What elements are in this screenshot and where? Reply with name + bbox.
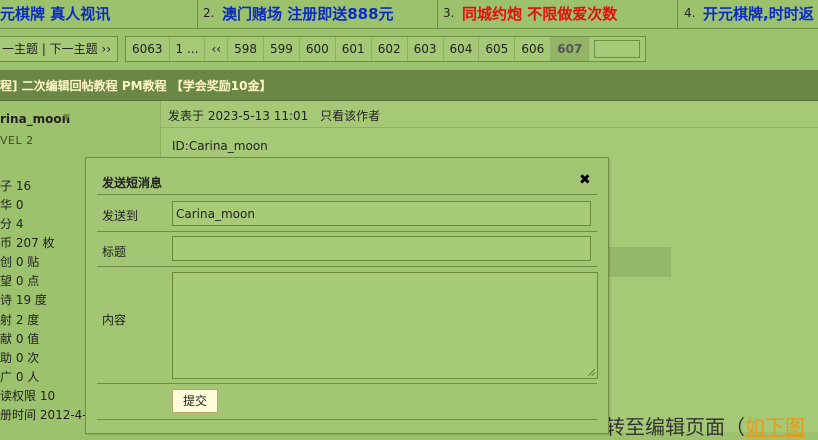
author-name[interactable]: rina_moon [0,112,70,126]
recipient-input[interactable] [172,201,591,226]
page-prev-link[interactable]: ‹‹ [205,37,229,61]
author-stat: 献 0 值 [0,332,40,346]
post-bottom-link[interactable]: 如下图 [745,415,805,439]
post-id-line: ID:Carina_moon [172,139,268,153]
divider [97,194,597,195]
thread-nav-links[interactable]: 一主题 | 下一主题 ›› [0,36,119,62]
divider [677,0,678,28]
post-bottom-text: 转至编辑页面（如下图 [605,411,805,440]
page-link[interactable]: 599 [264,37,300,61]
page-last-link[interactable]: 6063 [126,37,170,61]
pager-row: 一主题 | 下一主题 ›› 6063 1 ... ‹‹ 598 599 600 … [0,35,818,63]
page-link[interactable]: 605 [479,37,516,61]
divider [97,419,597,420]
author-stat: 华 0 [0,198,24,212]
author-stat: 射 2 度 [0,313,40,327]
page-current: 607 [551,37,590,61]
page-jump-input[interactable] [594,40,641,58]
thread-title-bar: 程] 二次编辑回帖教程 PM教程 【学会奖励10金】 [0,70,818,101]
close-icon[interactable]: ✖ [579,172,591,188]
content-textarea[interactable] [172,272,598,379]
author-level: VEL 2 [0,134,34,147]
only-author-link[interactable]: 只看该作者 [320,109,380,123]
submit-button[interactable]: 提交 [172,389,218,413]
author-stat: 读权限 10 [0,389,56,403]
page-jump [589,37,645,61]
page-link[interactable]: 603 [408,37,444,61]
dialog-title: 发送短消息 [102,176,163,190]
ad-link-4[interactable]: 开元棋牌,时时返 [703,3,814,25]
page-first-link[interactable]: 1 ... [170,37,206,61]
send-message-dialog: 发送短消息 ✖ 发送到 标题 内容 提交 [85,157,609,434]
author-stat: 诗 19 度 [0,293,47,307]
author-stat: 望 0 点 [0,274,40,288]
author-stat: 分 4 [0,217,24,231]
ad-number-3: 3. [443,6,455,20]
page-link[interactable]: 604 [444,37,480,61]
page-link[interactable]: 601 [336,37,372,61]
pagination: 6063 1 ... ‹‹ 598 599 600 601 602 603 60… [125,36,647,62]
divider [197,0,198,28]
ad-link-1[interactable]: 元棋牌 真人视讯 [0,3,110,25]
to-label: 发送到 [102,209,139,223]
chevron-down-icon[interactable]: ▼ [63,113,70,123]
post-time: 发表于 2023-5-13 11:01 只看该作者 [168,107,380,124]
author-stat: 创 0 贴 [0,255,40,269]
page-link[interactable]: 598 [228,37,264,61]
ad-bar: 元棋牌 真人视讯 2. 澳门赌场 注册即送888元 3. 同城约炮 不限做爱次数… [0,0,818,29]
post-time-text: 发表于 2023-5-13 11:01 [168,109,309,123]
ad-number-4: 4. [684,6,696,20]
ad-link-2[interactable]: 澳门赌场 注册即送888元 [222,3,394,25]
author-stat: 币 207 枚 [0,236,55,250]
divider [97,383,597,384]
divider [97,266,597,267]
author-stat: 助 0 次 [0,351,40,365]
author-stat: 子 16 [0,179,32,193]
content-label: 内容 [102,313,127,327]
post-block [601,247,671,277]
author-stat: 册时间 2012-4-7 [0,408,95,422]
page-link[interactable]: 606 [515,37,552,61]
post-bottom-text-main: 转至编辑页面（ [605,415,745,439]
divider [97,231,597,232]
divider [437,0,438,28]
page-link[interactable]: 600 [300,37,336,61]
subject-label: 标题 [102,245,127,259]
page-link[interactable]: 602 [372,37,408,61]
resize-handle[interactable] [588,369,595,376]
thread-title: 程] 二次编辑回帖教程 PM教程 【学会奖励10金】 [0,79,272,93]
ad-number-2: 2. [203,6,215,20]
post-header: 发表于 2023-5-13 11:01 只看该作者 [161,101,818,128]
subject-input[interactable] [172,236,591,261]
ad-link-3[interactable]: 同城约炮 不限做爱次数 [462,3,617,25]
author-stat: 广 0 人 [0,370,40,384]
